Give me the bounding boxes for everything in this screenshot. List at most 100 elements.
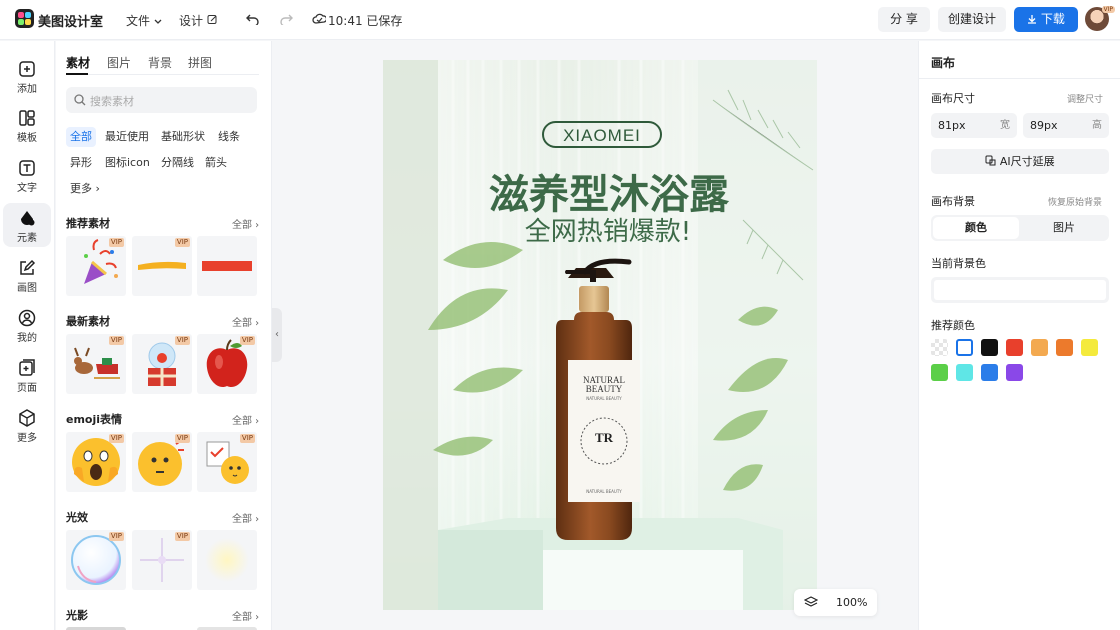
canvas-bg-title: 画布背景 [931, 195, 975, 208]
asset-thumb[interactable]: VIP [197, 432, 257, 492]
ai-resize-button[interactable]: AI尺寸延展 [931, 149, 1109, 174]
reset-bg-link[interactable]: 恢复原始背景 [1048, 195, 1102, 208]
width-field[interactable]: 81px 宽 [931, 113, 1017, 138]
divider [919, 78, 1120, 79]
bottle-label-mark: TR [594, 430, 614, 445]
all-label: 全部 [232, 514, 252, 525]
color-swatch[interactable] [956, 339, 973, 356]
color-swatch[interactable] [1031, 339, 1048, 356]
rail-item-template[interactable]: 模板 [3, 103, 51, 147]
color-swatch[interactable] [1006, 339, 1023, 356]
poster-subheadline[interactable]: 全网热销爆款! [508, 211, 708, 248]
chip-recent[interactable]: 最近使用 [101, 127, 153, 147]
draw-icon [20, 259, 36, 275]
download-button[interactable]: 下载 [1014, 7, 1078, 32]
chip-all[interactable]: 全部 [66, 127, 96, 147]
swatch-transparent[interactable] [931, 339, 948, 356]
rail-label: 页面 [17, 383, 37, 394]
tab-background[interactable]: 背景 [148, 54, 172, 71]
asset-thumb[interactable]: VIP [66, 530, 126, 590]
color-swatch[interactable] [981, 339, 998, 356]
section-title-light: 光效 [66, 511, 88, 524]
asset-thumb[interactable]: VIP [132, 530, 192, 590]
height-field[interactable]: 89px 高 [1023, 113, 1109, 138]
asset-thumb[interactable]: VIP [197, 334, 257, 394]
section-all-link[interactable]: 全部 › [232, 412, 259, 427]
rail-item-elements[interactable]: 元素 [3, 203, 51, 247]
color-swatch[interactable] [956, 364, 973, 381]
vip-badge: VIP [174, 434, 190, 443]
rail-item-mine[interactable]: 我的 [3, 303, 51, 347]
tab-material[interactable]: 素材 [66, 54, 90, 71]
color-swatch[interactable] [1081, 339, 1098, 356]
asset-thumb[interactable]: VIP [132, 334, 192, 394]
width-value: 81px [938, 119, 966, 132]
chip-shapes[interactable]: 基础形状 [157, 127, 209, 147]
asset-thumb[interactable]: VIP [132, 236, 192, 296]
all-label: 全部 [232, 612, 252, 623]
color-swatch[interactable] [981, 364, 998, 381]
create-design-button[interactable]: 创建设计 [938, 7, 1006, 32]
width-unit-label: 宽 [1000, 120, 1010, 131]
file-menu[interactable]: 文件 [126, 12, 162, 29]
recommend-color-label: 推荐颜色 [931, 319, 975, 332]
section-title-newest: 最新素材 [66, 315, 110, 328]
chip-more[interactable]: 更多 › [66, 179, 104, 199]
panel-collapse-toggle[interactable]: ‹ [272, 308, 282, 362]
current-bg-swatch[interactable] [931, 277, 1109, 303]
asset-thumb[interactable]: VIP [132, 432, 192, 492]
section-all-link[interactable]: 全部 › [232, 608, 259, 623]
search-input[interactable]: 搜索素材 [66, 87, 257, 113]
chip-more-label: 更多 [70, 182, 92, 195]
height-value: 89px [1030, 119, 1058, 132]
rail-label: 元素 [17, 233, 37, 244]
canvas-area: XIAOMEI 滋养型沐浴露 全网热销爆款! NATURAL BEAUTY NA… [283, 41, 917, 630]
rail-item-add[interactable]: 添加 [3, 54, 51, 98]
resize-link[interactable]: 调整尺寸 [1067, 92, 1103, 105]
rail-item-page[interactable]: 页面 [3, 353, 51, 397]
color-swatch[interactable] [1056, 339, 1073, 356]
undo-icon[interactable] [246, 13, 260, 25]
share-button[interactable]: 分 享 [878, 7, 930, 32]
section-all-link[interactable]: 全部 › [232, 216, 259, 231]
cube-icon [19, 409, 35, 427]
section-title-shadow: 光影 [66, 609, 88, 622]
bg-type-segment: 颜色 图片 [931, 215, 1109, 241]
rail-item-draw[interactable]: 画图 [3, 253, 51, 297]
zoom-control[interactable]: 100% [794, 589, 877, 616]
top-bar: 美图设计室 文件 设计 10:41 已保存 分 享 创建设计 下载 VIP [0, 0, 1120, 40]
chip-arrow[interactable]: 箭头 [201, 153, 231, 173]
color-swatch[interactable] [1006, 364, 1023, 381]
segment-color[interactable]: 颜色 [933, 217, 1019, 239]
asset-thumb[interactable]: VIP [66, 432, 126, 492]
design-menu[interactable]: 设计 [179, 12, 218, 29]
tab-collage[interactable]: 拼图 [188, 54, 212, 71]
asset-thumb[interactable] [197, 236, 257, 296]
poster-brand[interactable]: XIAOMEI [543, 126, 661, 146]
app-logo-icon[interactable] [15, 9, 34, 28]
chip-icons[interactable]: 图标icon [101, 153, 154, 173]
rail-label: 文字 [17, 183, 37, 194]
redo-icon[interactable] [279, 13, 293, 25]
chip-special[interactable]: 异形 [66, 153, 96, 173]
color-swatch[interactable] [931, 364, 948, 381]
bottle-label-bottom: NATURAL BEAUTY [586, 489, 622, 494]
asset-thumb[interactable]: VIP [66, 236, 126, 296]
download-label: 下载 [1040, 12, 1065, 26]
chip-lines[interactable]: 线条 [214, 127, 244, 147]
rail-item-text[interactable]: 文字 [3, 153, 51, 197]
asset-thumb[interactable]: VIP [66, 334, 126, 394]
vip-badge: VIP [1101, 6, 1115, 13]
chip-divider[interactable]: 分隔线 [157, 153, 198, 173]
search-placeholder: 搜索素材 [90, 95, 134, 108]
section-all-link[interactable]: 全部 › [232, 314, 259, 329]
rail-item-more[interactable]: 更多 [3, 403, 51, 447]
avatar[interactable]: VIP [1085, 6, 1115, 31]
segment-image[interactable]: 图片 [1021, 217, 1107, 239]
canvas-size-title: 画布尺寸 [931, 92, 975, 105]
tab-image[interactable]: 图片 [107, 54, 131, 71]
chevron-left-icon: ‹ [275, 329, 279, 340]
file-menu-label: 文件 [126, 14, 151, 28]
section-all-link[interactable]: 全部 › [232, 510, 259, 525]
asset-thumb[interactable] [197, 530, 257, 590]
